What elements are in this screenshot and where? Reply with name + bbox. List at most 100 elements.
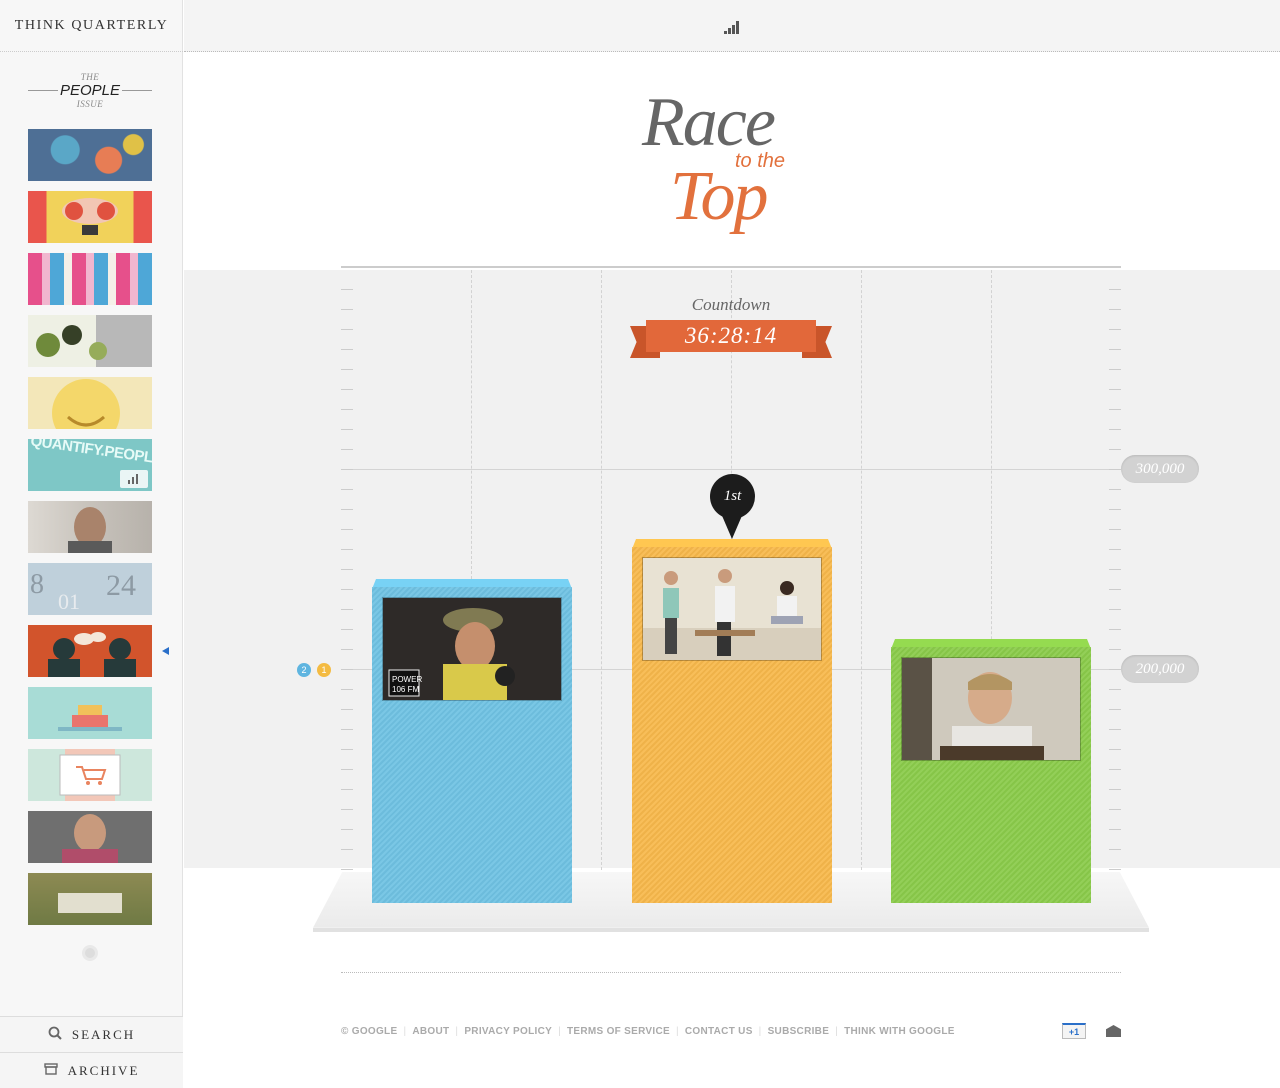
archive-button[interactable]: ARCHIVE: [0, 1052, 183, 1088]
countdown-label: Countdown: [691, 295, 771, 314]
axis-tick: [1109, 369, 1121, 370]
article-thumbnail-4[interactable]: [28, 315, 152, 367]
y-axis-label-200000: 200,000: [1121, 655, 1199, 683]
bar-contestant-blue[interactable]: POWER 106 FM: [372, 579, 572, 903]
axis-tick: [1109, 649, 1121, 650]
axis-tick: [341, 709, 353, 710]
axis-tick: [341, 449, 353, 450]
article-thumbnail-11[interactable]: [28, 749, 152, 801]
axis-tick: [1109, 689, 1121, 690]
dancers-photo: [643, 558, 821, 660]
issue-name: PEOPLE: [28, 82, 152, 99]
search-icon: [48, 1026, 62, 1044]
axis-tick: [1109, 849, 1121, 850]
axis-tick: [341, 689, 353, 690]
axis-tick: [1109, 869, 1121, 870]
bar-contestant-orange[interactable]: [632, 539, 832, 903]
axis-tick: [341, 409, 353, 410]
article-thumbnail-8[interactable]: 8 01 24: [28, 563, 152, 615]
axis-tick: [341, 769, 353, 770]
axis-tick: [341, 829, 353, 830]
axis-tick: [341, 589, 353, 590]
archive-label: ARCHIVE: [67, 1062, 140, 1078]
video-thumbnail-blue[interactable]: POWER 106 FM: [382, 597, 562, 701]
svg-text:24: 24: [106, 569, 136, 602]
axis-tick: [1109, 809, 1121, 810]
article-thumbnail-12[interactable]: [28, 811, 152, 863]
axis-tick: [1109, 549, 1121, 550]
svg-text:106 FM: 106 FM: [392, 685, 419, 694]
countdown-value: 36:28:14: [646, 320, 816, 352]
chart-bottom-rule: [341, 972, 1121, 973]
article-thumbnail-7[interactable]: [28, 501, 152, 553]
axis-tick: [1109, 289, 1121, 290]
stacked-gifts-illustration: [58, 705, 122, 731]
video-thumbnail-orange[interactable]: [642, 557, 822, 661]
numbers-illustration: 8 01 24: [30, 569, 136, 614]
axis-tick: [341, 789, 353, 790]
footer-link-about[interactable]: ABOUT: [412, 1026, 449, 1037]
axis-tick: [1109, 349, 1121, 350]
axis-tick: [1109, 709, 1121, 710]
load-more-icon[interactable]: [82, 945, 98, 961]
article-thumbnail-3[interactable]: [28, 253, 152, 305]
countdown-ribbon: 36:28:14: [630, 318, 832, 360]
radio-dj-photo: POWER 106 FM: [383, 598, 561, 700]
article-thumbnail-2[interactable]: [28, 191, 152, 243]
article-thumbnail-5[interactable]: [28, 377, 152, 429]
axis-tick: [1109, 769, 1121, 770]
bar-chart-icon: [120, 470, 148, 488]
article-thumbnail-9[interactable]: [28, 625, 152, 677]
bar-contestant-green[interactable]: [891, 639, 1091, 903]
footer-link-subscribe[interactable]: SUBSCRIBE: [768, 1026, 830, 1037]
axis-tick: [1109, 309, 1121, 310]
axis-tick: [341, 349, 353, 350]
title-to-the: to the: [735, 150, 786, 172]
rank-dot-1[interactable]: 1: [317, 663, 331, 677]
axis-tick: [1109, 669, 1121, 670]
axis-tick: [1109, 329, 1121, 330]
footer-link-think-with-google[interactable]: THINK WITH GOOGLE: [844, 1026, 955, 1037]
svg-text:01: 01: [58, 589, 80, 614]
chart-top-rule: [341, 266, 1121, 268]
article-thumbnail-6[interactable]: QUANTIFY.PEOPL: [28, 439, 152, 491]
shopping-cart-illustration: [59, 754, 121, 796]
footer-link-terms[interactable]: TERMS OF SERVICE: [567, 1026, 670, 1037]
article-thumbnail-13[interactable]: [28, 873, 152, 925]
article-thumbnail-10[interactable]: [28, 687, 152, 739]
axis-tick: [1109, 829, 1121, 830]
plus-one-button[interactable]: +1: [1062, 1023, 1086, 1039]
grid-line-300000: [341, 469, 1121, 470]
footer-links: © GOOGLE | ABOUT | PRIVACY POLICY | TERMS O…: [341, 1025, 955, 1037]
meeting-photo: [58, 893, 122, 913]
thumbnail-badge: QUANTIFY.PEOPL: [29, 439, 152, 467]
svg-text:8: 8: [30, 569, 44, 600]
axis-tick: [341, 489, 353, 490]
footer-link-privacy[interactable]: PRIVACY POLICY: [464, 1026, 552, 1037]
search-button[interactable]: SEARCH: [0, 1016, 183, 1052]
bar-chart-icon[interactable]: [724, 20, 740, 34]
axis-tick: [1109, 489, 1121, 490]
axis-tick: [1109, 429, 1121, 430]
brand-logo[interactable]: THINK QUARTERLY: [0, 0, 183, 52]
podium-platform-edge: [313, 928, 1149, 932]
axis-tick: [341, 649, 353, 650]
footer-link-contact[interactable]: CONTACT US: [685, 1026, 753, 1037]
plants-illustration: [36, 325, 107, 360]
axis-tick: [1109, 449, 1121, 450]
axis-tick: [1109, 529, 1121, 530]
axis-tick: [1109, 389, 1121, 390]
axis-tick: [341, 549, 353, 550]
axis-tick: [341, 389, 353, 390]
axis-tick: [341, 469, 353, 470]
rank-dot-2[interactable]: 2: [297, 663, 311, 677]
axis-tick: [1109, 509, 1121, 510]
svg-text:POWER: POWER: [392, 675, 422, 684]
grid-line: [861, 270, 862, 870]
video-thumbnail-green[interactable]: [901, 657, 1081, 761]
axis-tick: [341, 609, 353, 610]
smiley-illustration: [52, 379, 120, 429]
axis-tick: [1109, 749, 1121, 750]
article-thumbnail-1[interactable]: [28, 129, 152, 181]
footer-link-google[interactable]: © GOOGLE: [341, 1026, 397, 1037]
